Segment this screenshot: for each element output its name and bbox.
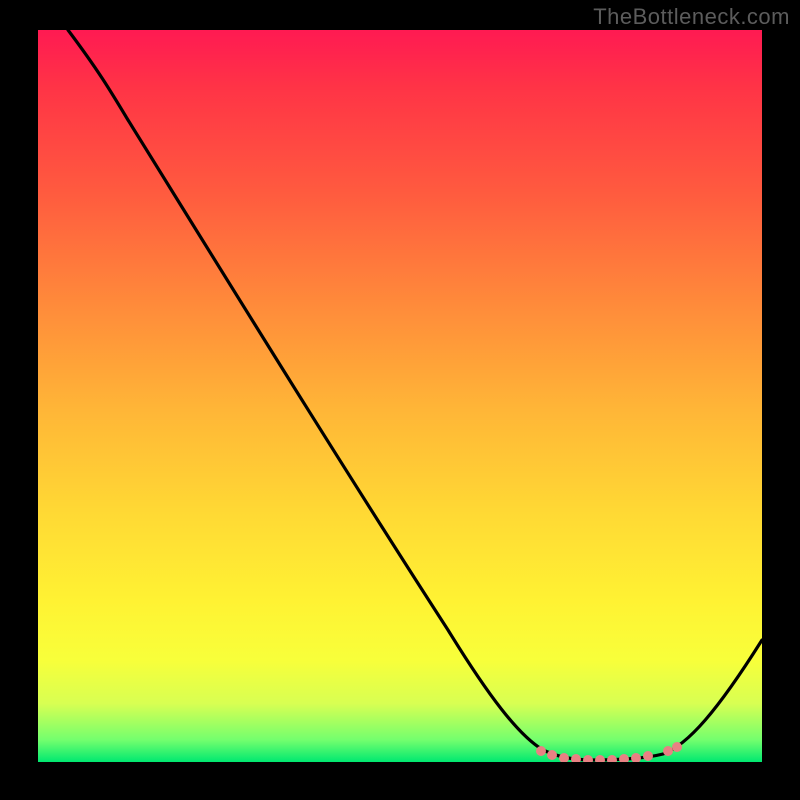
chart-frame: TheBottleneck.com <box>0 0 800 800</box>
curve-path <box>68 30 762 760</box>
bottleneck-curve <box>38 30 762 762</box>
watermark-text: TheBottleneck.com <box>593 4 790 30</box>
plot-area <box>38 30 762 762</box>
flat-region-markers <box>536 742 682 762</box>
